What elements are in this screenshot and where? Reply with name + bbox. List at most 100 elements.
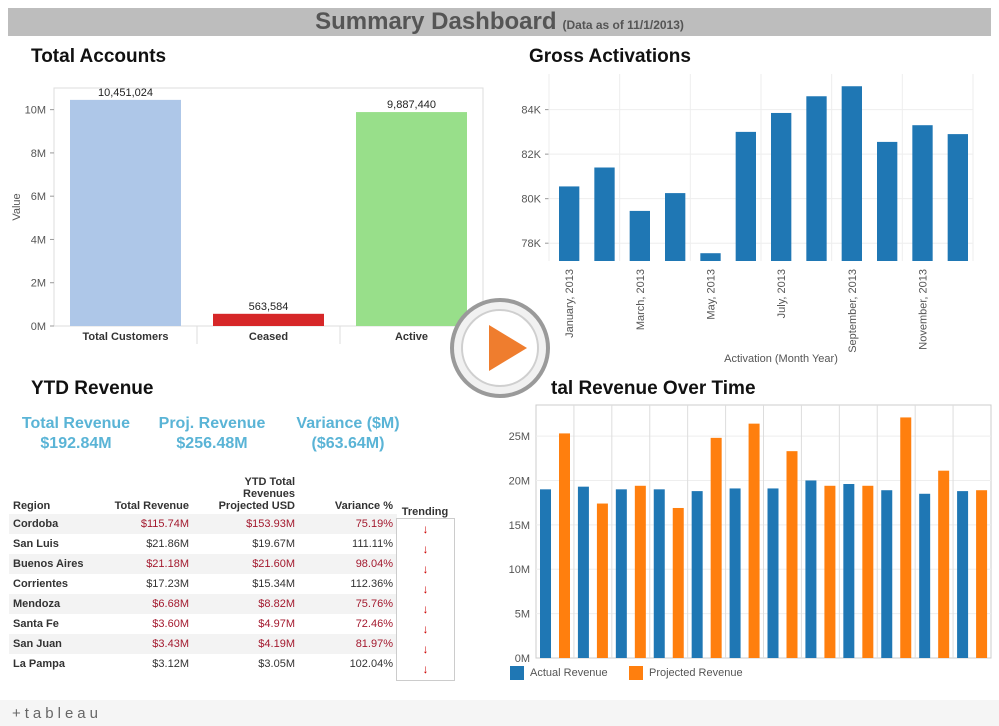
cell-total: $21.86M	[146, 538, 189, 550]
tableau-logo[interactable]: +tableau	[12, 705, 102, 722]
down-arrow-icon: ↓	[422, 562, 429, 576]
table-row[interactable]: San Juan $3.43M $4.19M 81.97%	[9, 634, 397, 654]
x-tick-label: May, 2013	[706, 269, 718, 320]
legend-swatch-actual	[510, 666, 524, 680]
bar	[841, 86, 862, 261]
table-row[interactable]: San Luis $21.86M $19.67M 111.11%	[9, 534, 397, 554]
bar	[912, 125, 933, 261]
bar	[634, 485, 646, 658]
cell-total: $21.18M	[103, 554, 193, 574]
y-tick-label: 80K	[521, 194, 541, 206]
play-button[interactable]	[449, 297, 551, 399]
cell-projected: $8.82M	[193, 594, 299, 614]
bar	[700, 253, 721, 261]
kpi-value: $192.84M	[40, 435, 112, 452]
legend-projected[interactable]: Projected Revenue	[629, 666, 743, 680]
down-arrow-icon: ↓	[422, 642, 429, 656]
bar	[862, 485, 874, 658]
bar	[540, 489, 551, 658]
x-axis-title: Activation (Month Year)	[724, 353, 838, 365]
cell-projected: $21.60M	[193, 554, 299, 574]
cell-total: $17.23M	[146, 578, 189, 590]
total-accounts-chart[interactable]: 0M 2M 4M 6M 8M 10M Value 10,451,024 Total Custom…	[0, 80, 500, 350]
y-tick-label: 6M	[31, 191, 46, 203]
table-row[interactable]: La Pampa $3.12M $3.05M 102.04%	[9, 654, 397, 674]
cell-total: $3.43M	[103, 634, 193, 654]
table-row[interactable]: Mendoza $6.68M $8.82M 75.76%	[9, 594, 397, 614]
bar	[729, 488, 741, 658]
cell-total: $115.74M	[103, 514, 193, 534]
kpi-proj-revenue: Proj. Revenue $256.48M	[156, 414, 268, 454]
cell-region: Mendoza	[9, 594, 103, 614]
down-arrow-icon: ↓	[422, 602, 429, 616]
col-trending[interactable]: Trending	[396, 506, 454, 518]
bar	[691, 491, 703, 658]
cell-projected: $153.93M	[193, 514, 299, 534]
col-region[interactable]: Region	[9, 474, 103, 514]
cell-projected: $19.67M	[252, 538, 295, 550]
col-total-revenue[interactable]: Total Revenue	[103, 474, 193, 514]
cell-region: Corrientes	[13, 578, 69, 590]
bar	[70, 99, 181, 327]
bar	[947, 134, 968, 261]
cell-variance: 81.97%	[299, 634, 397, 654]
bar	[577, 486, 589, 658]
cell-variance: 75.19%	[299, 514, 397, 534]
cell-variance: 102.04%	[349, 658, 393, 670]
cell-region: Cordoba	[9, 514, 103, 534]
bar	[976, 490, 988, 658]
col-variance[interactable]: Variance %	[299, 474, 397, 514]
legend-actual[interactable]: Actual Revenue	[510, 666, 608, 680]
activations-title: Gross Activations	[529, 46, 691, 67]
y-tick-label: 8M	[31, 148, 46, 160]
cell-variance: 72.46%	[355, 618, 393, 630]
bar	[805, 480, 817, 658]
table-row[interactable]: Cordoba $115.74M $153.93M 75.19%	[9, 514, 397, 534]
y-tick-label: 0M	[515, 653, 530, 665]
y-tick-label: 25M	[509, 431, 530, 443]
bar	[615, 489, 627, 658]
col-projected-line3: Projected USD	[218, 500, 295, 512]
kpi-total-revenue: Total Revenue $192.84M	[20, 414, 132, 454]
table-row[interactable]: Buenos Aires $21.18M $21.60M 98.04%	[9, 554, 397, 574]
x-tick-label: November, 2013	[918, 269, 930, 350]
y-tick-label: 0M	[31, 321, 46, 333]
bar	[629, 210, 650, 261]
data-label: 9,887,440	[387, 99, 436, 111]
down-arrow-icon: ↓	[422, 542, 429, 556]
legend-label: Actual Revenue	[530, 666, 608, 679]
revenue-over-time-chart[interactable]: 0M 5M 10M 15M 20M 25M	[495, 395, 999, 665]
cell-projected: $3.05M	[258, 658, 295, 670]
bar	[806, 96, 827, 261]
bar	[824, 485, 836, 658]
x-tick-label: July, 2013	[776, 269, 788, 318]
bar	[213, 313, 324, 326]
bar	[771, 112, 792, 261]
dashboard-header: Summary Dashboard (Data as of 11/1/2013)	[8, 8, 991, 36]
legend-swatch-projected	[629, 666, 643, 680]
col-projected-line1: YTD Total	[244, 476, 295, 488]
bar	[665, 193, 686, 261]
col-projected[interactable]: YTD Total Revenues Projected USD	[193, 474, 299, 514]
bar	[594, 167, 615, 261]
dashboard-subtitle: (Data as of 11/1/2013)	[562, 18, 684, 32]
bar	[957, 491, 969, 658]
bar	[843, 484, 855, 658]
x-tick-label: January, 2013	[564, 269, 576, 338]
data-label: 563,584	[249, 301, 289, 313]
gross-activations-chart[interactable]: 78K 80K 82K 84K January, 2013 March, 2013 May,…	[495, 70, 999, 370]
kpi-variance: Variance ($M) ($63.64M)	[290, 414, 406, 454]
table-row[interactable]: Corrientes $17.23M $15.34M 112.36%	[9, 574, 397, 594]
y-tick-label: 5M	[515, 609, 530, 621]
x-tick-label: Total Customers	[83, 331, 169, 343]
bar	[877, 141, 898, 261]
cell-region: Buenos Aires	[9, 554, 103, 574]
dashboard-title: Summary Dashboard	[315, 8, 557, 35]
y-tick-label: 10M	[509, 564, 530, 576]
down-arrow-icon: ↓	[422, 662, 429, 676]
cell-projected: $4.19M	[193, 634, 299, 654]
bar	[559, 186, 580, 261]
cell-total: $3.60M	[152, 618, 189, 630]
table-row[interactable]: Santa Fe $3.60M $4.97M 72.46%	[9, 614, 397, 634]
y-tick-label: 2M	[31, 278, 46, 290]
